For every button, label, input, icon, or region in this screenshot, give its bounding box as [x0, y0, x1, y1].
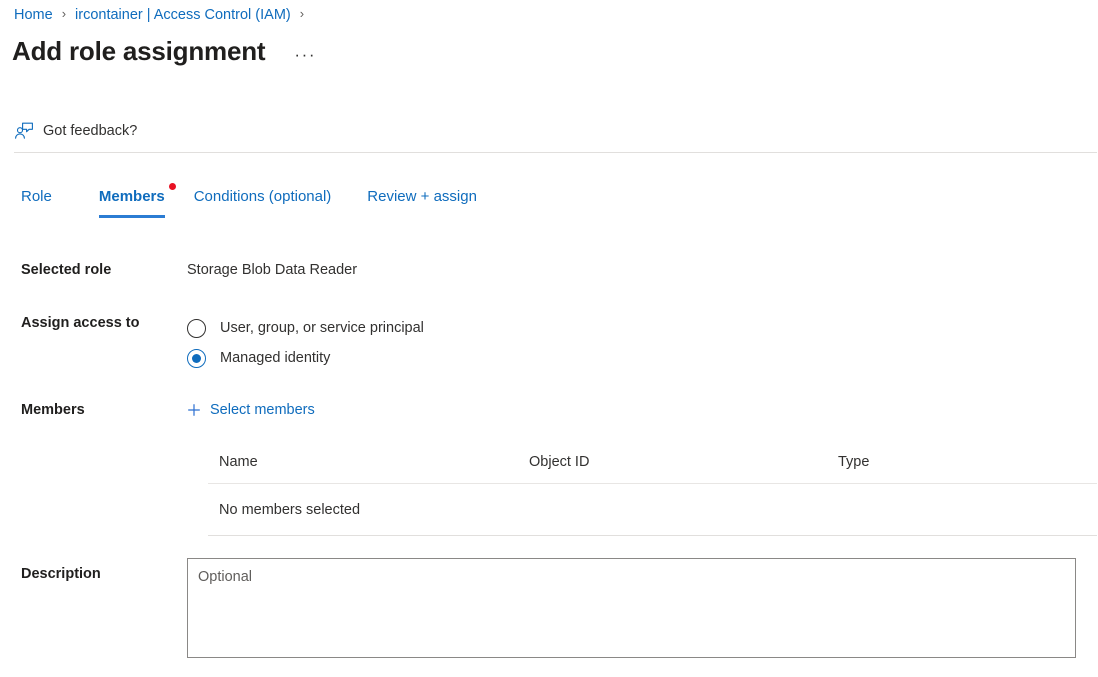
tab-role-label: Role [21, 188, 52, 205]
members-table: Name Object ID Type No members selected [208, 452, 1097, 536]
tab-review-assign[interactable]: Review + assign [367, 186, 477, 218]
radio-managed-identity-label: Managed identity [220, 348, 330, 368]
description-label: Description [0, 558, 187, 584]
breadcrumb-item-ircontainer-iam[interactable]: ircontainer | Access Control (IAM) [75, 5, 291, 25]
more-options-icon[interactable]: ··· [289, 46, 321, 64]
column-header-object-id: Object ID [529, 452, 838, 472]
select-members-label: Select members [210, 400, 315, 420]
members-label: Members [0, 400, 187, 420]
tab-conditions[interactable]: Conditions (optional) [194, 186, 332, 218]
breadcrumb-item-home[interactable]: Home [14, 5, 53, 25]
tab-members-badge-dot-icon [169, 183, 176, 190]
assign-access-to-row: Assign access to User, group, or service… [0, 313, 1098, 373]
command-bar-divider [14, 152, 1097, 153]
selected-role-row: Selected role Storage Blob Data Reader [0, 260, 1098, 280]
assign-access-to-radio-group: User, group, or service principal Manage… [187, 313, 1098, 373]
radio-user-group-service-principal-label: User, group, or service principal [220, 318, 424, 338]
breadcrumb: Home › ircontainer | Access Control (IAM… [14, 5, 313, 25]
page-header: Add role assignment ··· [12, 34, 321, 68]
members-table-empty-message: No members selected [219, 500, 360, 520]
column-header-name: Name [219, 452, 529, 472]
tab-conditions-label: Conditions (optional) [194, 188, 332, 205]
tab-members-label: Members [99, 188, 165, 205]
role-assignment-form: Selected role Storage Blob Data Reader A… [0, 250, 1098, 424]
page-title: Add role assignment [12, 34, 265, 68]
radio-managed-identity[interactable]: Managed identity [187, 343, 1098, 373]
column-header-type: Type [838, 452, 1097, 472]
radio-circle-icon [187, 319, 206, 338]
members-table-header: Name Object ID Type [208, 452, 1097, 484]
members-row: Members Select members [0, 400, 1098, 424]
plus-icon [186, 402, 202, 418]
radio-circle-selected-icon [187, 349, 206, 368]
table-row: No members selected [208, 484, 1097, 536]
selected-role-value: Storage Blob Data Reader [187, 262, 357, 278]
tab-members[interactable]: Members [99, 186, 165, 218]
breadcrumb-separator-icon: › [300, 4, 304, 24]
selected-role-label: Selected role [0, 260, 187, 280]
select-members-button[interactable]: Select members [186, 400, 315, 420]
radio-user-group-service-principal[interactable]: User, group, or service principal [187, 313, 1098, 343]
description-row: Description [0, 558, 1098, 658]
got-feedback-label: Got feedback? [43, 121, 137, 141]
wizard-tabs: Role Members Conditions (optional) Revie… [0, 186, 477, 218]
breadcrumb-separator-icon: › [62, 4, 66, 24]
tab-role[interactable]: Role [21, 186, 52, 218]
tab-active-underline [99, 215, 165, 218]
got-feedback-button[interactable]: Got feedback? [14, 113, 137, 149]
assign-access-to-label: Assign access to [0, 313, 187, 333]
description-input[interactable] [187, 558, 1076, 658]
tab-review-assign-label: Review + assign [367, 188, 477, 205]
person-feedback-icon [14, 121, 34, 141]
